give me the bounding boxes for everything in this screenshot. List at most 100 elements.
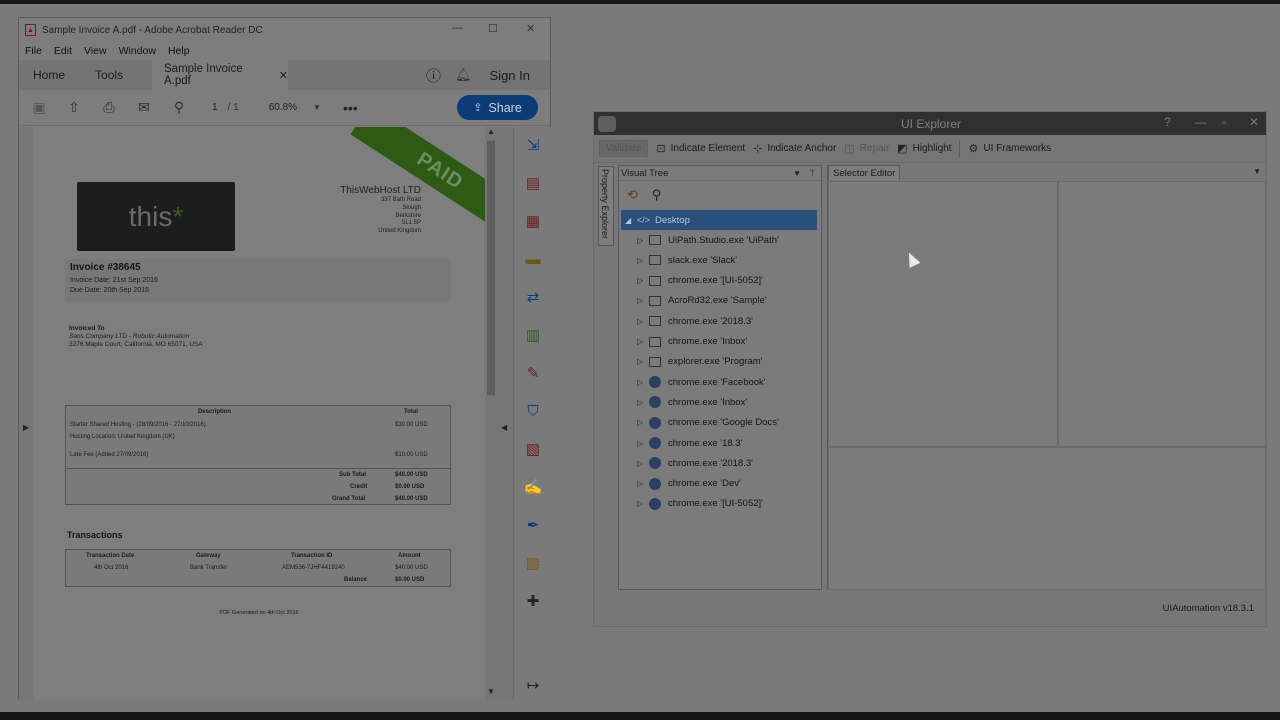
more-tools-icon[interactable]: ✚ — [523, 591, 543, 611]
tree-node[interactable]: ▷ chrome.exe '2018.3' — [637, 453, 753, 473]
expand-icon[interactable]: ▷ — [637, 459, 649, 468]
expand-icon[interactable]: ▷ — [637, 479, 649, 488]
highlight-button[interactable]: ◩ Highlight — [897, 142, 951, 155]
tree-node[interactable]: ▷ AcroRd32.exe 'Sample' — [637, 291, 767, 311]
maximize-icon[interactable]: ▫ — [1222, 115, 1226, 129]
selector-editor-text-pane[interactable] — [828, 447, 1266, 590]
more-icon[interactable]: ••• — [343, 100, 358, 116]
scrollbar-thumb[interactable] — [487, 141, 495, 395]
chevron-down-icon[interactable]: ▼ — [793, 169, 801, 178]
tree-node[interactable]: ▷ chrome.exe '18.3' — [637, 433, 742, 453]
expand-icon[interactable]: ▷ — [637, 439, 649, 448]
upload-icon[interactable]: ⇧ — [65, 99, 83, 117]
expand-icon[interactable]: ▷ — [637, 398, 649, 407]
table-row: Starter Shared Hosting - (28/09/2016 - 2… — [70, 422, 206, 428]
document-area[interactable]: ▶ PAID this * ThisWebHost LTD 337 Bath Ro… — [19, 127, 513, 700]
expand-icon[interactable]: ▷ — [637, 317, 649, 326]
ui-frameworks-button[interactable]: ⚙ UI Frameworks — [968, 142, 1051, 155]
tree-node-label: chrome.exe 'Inbox' — [668, 396, 748, 408]
tree-node[interactable]: ▷ slack.exe 'Slack' — [637, 250, 737, 270]
send-file-icon[interactable]: ▨ — [523, 553, 543, 573]
left-panel-toggle-icon[interactable]: ▶ — [23, 423, 29, 432]
repair-button[interactable]: ◫ Repair — [844, 142, 889, 155]
close-icon[interactable]: ✕ — [1249, 115, 1259, 129]
tree-node[interactable]: ▷ chrome.exe '2018.3' — [637, 311, 753, 331]
menu-file[interactable]: File — [25, 45, 42, 57]
selector-editor-attributes-pane[interactable] — [828, 181, 1058, 447]
expand-icon[interactable]: ▷ — [637, 256, 649, 265]
right-panel-toggle-icon[interactable]: ◀ — [501, 423, 507, 432]
tree-node[interactable]: ▷ chrome.exe 'Inbox' — [637, 332, 747, 352]
expand-icon[interactable]: ◢ — [625, 216, 637, 225]
selector-editor-values-pane[interactable] — [1058, 181, 1266, 447]
save-icon[interactable]: ▣ — [30, 99, 48, 117]
collapse-rail-icon[interactable]: ↦ — [523, 675, 543, 695]
menu-window[interactable]: Window — [119, 45, 156, 57]
help-icon[interactable]: ? — [1164, 115, 1171, 129]
maximize-icon[interactable]: ☐ — [488, 22, 498, 35]
tree-node[interactable]: ▷ chrome.exe '[UI-5052]' — [637, 271, 763, 291]
help-icon[interactable]: ⓘ — [426, 65, 441, 86]
tab-tools[interactable]: Tools — [95, 68, 123, 82]
chevron-down-icon[interactable]: ▼ — [313, 103, 321, 112]
tree-node-desktop[interactable]: ◢ </> Desktop — [621, 210, 817, 230]
email-icon[interactable]: ✉ — [135, 99, 153, 117]
scroll-down-icon[interactable]: ▼ — [487, 687, 495, 696]
property-explorer-tab[interactable]: Property Explorer — [598, 166, 614, 246]
validate-button[interactable]: Validate — [599, 140, 649, 157]
globe-icon — [649, 477, 661, 490]
search-icon[interactable]: ⚲ — [170, 99, 188, 117]
fill-sign-icon[interactable]: ✎ — [523, 363, 543, 383]
expand-icon[interactable]: ▷ — [637, 236, 649, 245]
comment-icon[interactable]: ▬ — [523, 249, 543, 269]
indicate-element-button[interactable]: ⊡ Indicate Element — [656, 142, 745, 155]
organize-pages-icon[interactable]: ▦ — [523, 211, 543, 231]
search-icon[interactable]: ⚲ — [652, 187, 662, 203]
pin-icon[interactable]: ᛘ — [810, 168, 815, 178]
send-for-signature-icon[interactable]: ✒ — [523, 515, 543, 535]
export-pdf-icon[interactable]: ⇲ — [523, 135, 543, 155]
expand-icon[interactable]: ▷ — [637, 276, 649, 285]
menu-help[interactable]: Help — [168, 45, 190, 57]
indicate-anchor-button[interactable]: ⊹ Indicate Anchor — [753, 142, 836, 155]
tree-node[interactable]: ▷ chrome.exe 'Dev' — [637, 474, 741, 494]
bell-icon[interactable]: 🔔︎ — [455, 67, 472, 83]
minimize-icon[interactable]: — — [1195, 115, 1207, 129]
zoom-select[interactable]: 60.8% — [269, 102, 297, 113]
expand-icon[interactable]: ▷ — [637, 296, 649, 305]
expand-icon[interactable]: ▷ — [637, 499, 649, 508]
vertical-scrollbar[interactable]: ▲ ▼ — [485, 127, 497, 700]
tree-node[interactable]: ▷ chrome.exe 'Inbox' — [637, 392, 747, 412]
tree-node[interactable]: ▷ explorer.exe 'Program' — [637, 352, 762, 372]
print-icon[interactable]: ⎙ — [100, 99, 118, 117]
create-pdf-icon[interactable]: ▤ — [523, 173, 543, 193]
expand-icon[interactable]: ▷ — [637, 337, 649, 346]
tree-node[interactable]: ▷ chrome.exe 'Google Docs' — [637, 413, 779, 433]
close-tab-icon[interactable]: ✕ — [279, 69, 288, 82]
menu-edit[interactable]: Edit — [54, 45, 72, 57]
tab-home[interactable]: Home — [33, 68, 65, 82]
expand-icon[interactable]: ▷ — [637, 418, 649, 427]
page-number-input[interactable]: 1 — [212, 102, 218, 113]
refresh-icon[interactable]: ⟲ — [627, 187, 638, 203]
expand-icon[interactable]: ▷ — [637, 378, 649, 387]
window-icon — [649, 356, 661, 367]
tree-node[interactable]: ▷ UiPath.Studio.exe 'UiPath' — [637, 230, 779, 250]
edit-pdf-icon[interactable]: ▧ — [523, 439, 543, 459]
expand-icon[interactable]: ▷ — [637, 357, 649, 366]
minimize-icon[interactable]: — — [452, 22, 463, 34]
menu-view[interactable]: View — [84, 45, 107, 57]
sign-in-button[interactable]: Sign In — [490, 68, 530, 83]
selector-editor-tab[interactable]: Selector Editor — [828, 165, 901, 180]
tab-document[interactable]: Sample Invoice A.pdf ✕ — [152, 60, 288, 90]
scroll-up-icon[interactable]: ▲ — [487, 127, 495, 136]
compress-icon[interactable]: ▥ — [523, 325, 543, 345]
sign-icon[interactable]: ✍ — [523, 477, 543, 497]
share-button[interactable]: ⇪ Share — [457, 95, 538, 120]
chevron-down-icon[interactable]: ▼ — [1253, 167, 1261, 176]
tree-node[interactable]: ▷ chrome.exe '[UI-5052]' — [637, 494, 763, 514]
tree-node[interactable]: ▷ chrome.exe 'Facebook' — [637, 372, 766, 392]
protect-icon[interactable]: ⛉ — [523, 401, 543, 421]
combine-files-icon[interactable]: ⇄ — [523, 287, 543, 307]
close-icon[interactable]: ✕ — [526, 22, 535, 35]
